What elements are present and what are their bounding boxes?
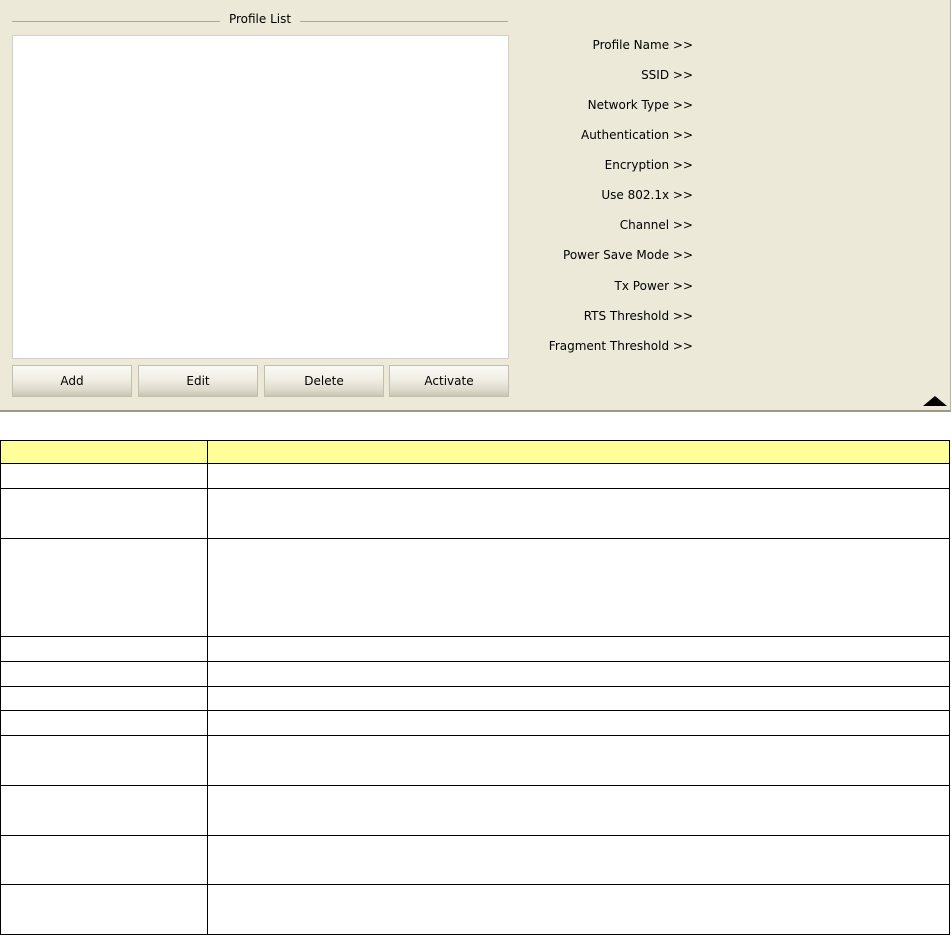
table-cell: [0, 661, 208, 687]
authentication-label: Authentication >>: [580, 128, 693, 142]
table-row: [0, 463, 950, 489]
profile-list-title: Profile List: [220, 12, 300, 26]
table-cell: [207, 538, 950, 637]
table-cell: [0, 538, 208, 637]
group-border-left: [12, 21, 220, 22]
table-cell: [0, 636, 208, 662]
table-cell: [0, 710, 208, 736]
table-header-row: [0, 440, 950, 464]
table-cell: [207, 710, 950, 736]
table-cell: [207, 488, 950, 539]
table-header-cell: [0, 440, 208, 464]
power-save-mode-label: Power Save Mode >>: [563, 248, 693, 262]
table-cell: [207, 835, 950, 885]
edit-button[interactable]: Edit: [138, 365, 258, 397]
collapse-up-icon[interactable]: [923, 396, 947, 406]
table-cell: [207, 785, 950, 836]
table-cell: [0, 835, 208, 885]
rts-threshold-label: RTS Threshold >>: [583, 309, 693, 323]
table-cell: [207, 463, 950, 489]
table-row: [0, 488, 950, 539]
table-cell: [207, 636, 950, 662]
table-row: [0, 538, 950, 637]
fragment-threshold-label: Fragment Threshold >>: [548, 339, 693, 353]
table-cell: [207, 661, 950, 687]
table-cell: [207, 686, 950, 711]
table-header-cell: [207, 440, 950, 464]
table-row: [0, 661, 950, 687]
table-cell: [0, 735, 208, 786]
table-row: [0, 710, 950, 736]
delete-button[interactable]: Delete: [264, 365, 384, 397]
tx-power-label: Tx Power >>: [614, 279, 693, 293]
table-row: [0, 835, 950, 885]
table-cell: [0, 884, 208, 935]
table-cell: [0, 488, 208, 539]
profile-panel: Profile List Add Edit Delete Activate Pr…: [0, 0, 951, 412]
table-cell: [0, 686, 208, 711]
group-border-right: [300, 21, 508, 22]
table-cell: [207, 735, 950, 786]
table-cell: [0, 463, 208, 489]
profile-name-label: Profile Name >>: [592, 38, 693, 52]
table-row: [0, 884, 950, 935]
activate-button[interactable]: Activate: [389, 365, 509, 397]
add-button[interactable]: Add: [12, 365, 132, 397]
channel-label: Channel >>: [619, 218, 693, 232]
ssid-label: SSID >>: [641, 68, 693, 82]
table-cell: [0, 785, 208, 836]
table-row: [0, 735, 950, 786]
table-row: [0, 686, 950, 711]
table-cell: [207, 884, 950, 935]
table-row: [0, 636, 950, 662]
network-type-label: Network Type >>: [587, 98, 693, 112]
use-8021x-label: Use 802.1x >>: [601, 188, 693, 202]
profile-list[interactable]: [12, 35, 509, 359]
table-row: [0, 785, 950, 836]
description-table: [0, 440, 950, 935]
encryption-label: Encryption >>: [604, 158, 693, 172]
